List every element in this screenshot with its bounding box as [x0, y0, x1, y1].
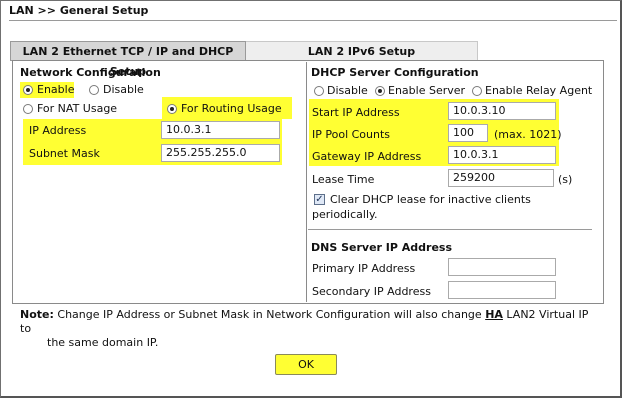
- routing-usage-label: For Routing Usage: [181, 102, 282, 115]
- dhcp-relay-radio[interactable]: [472, 86, 482, 96]
- network-enable-radio[interactable]: [23, 85, 33, 95]
- clear-lease-label-line2: periodically.: [312, 208, 378, 221]
- subnet-mask-label: Subnet Mask: [29, 147, 100, 160]
- dhcp-config-heading: DHCP Server Configuration: [311, 66, 479, 79]
- dhcp-disable-label: Disable: [327, 84, 368, 97]
- pool-counts-input[interactable]: 100: [448, 124, 488, 142]
- network-config-heading: Network Configuration: [20, 66, 161, 79]
- lease-time-unit: (s): [558, 173, 573, 186]
- tab-lan2-ethernet-dhcp[interactable]: LAN 2 Ethernet TCP / IP and DHCP Setup: [10, 41, 246, 78]
- dhcp-relay-label: Enable Relay Agent: [485, 84, 593, 97]
- tab-lan2-ipv6[interactable]: LAN 2 IPv6 Setup: [246, 41, 478, 61]
- note-text-before: Change IP Address or Subnet Mask in Netw…: [57, 308, 482, 321]
- column-divider: [306, 62, 307, 302]
- start-ip-input[interactable]: 10.0.3.10: [448, 102, 556, 120]
- gateway-ip-input[interactable]: 10.0.3.1: [448, 146, 556, 164]
- ip-address-label: IP Address: [29, 124, 87, 137]
- title-divider: [9, 20, 617, 21]
- primary-dns-input[interactable]: [448, 258, 556, 276]
- lease-time-label: Lease Time: [312, 173, 375, 186]
- dhcp-enable-server-label: Enable Server: [388, 84, 466, 97]
- pool-max-hint: (max. 1021): [494, 128, 562, 141]
- note-text-line2: the same domain IP.: [47, 336, 159, 349]
- subnet-mask-input[interactable]: 255.255.255.0: [161, 144, 280, 162]
- lease-time-input[interactable]: 259200: [448, 169, 554, 187]
- dhcp-enable-server-radio[interactable]: [375, 86, 385, 96]
- ip-address-input[interactable]: 10.0.3.1: [161, 121, 280, 139]
- clear-lease-checkbox[interactable]: ✓: [314, 194, 325, 205]
- primary-dns-label: Primary IP Address: [312, 262, 416, 275]
- dhcp-disable-radio[interactable]: [314, 86, 324, 96]
- network-disable-label: Disable: [103, 83, 144, 96]
- nat-usage-radio[interactable]: [23, 104, 33, 114]
- note-label: Note:: [20, 308, 54, 321]
- dns-section-divider: [308, 229, 592, 230]
- network-disable-radio[interactable]: [89, 85, 99, 95]
- clear-lease-label-line1: Clear DHCP lease for inactive clients: [330, 193, 531, 206]
- note-ha-link[interactable]: HA: [485, 308, 503, 321]
- gateway-ip-label: Gateway IP Address: [312, 150, 422, 163]
- network-enable-label: Enable: [37, 83, 75, 96]
- secondary-dns-label: Secondary IP Address: [312, 285, 431, 298]
- ok-button[interactable]: OK: [275, 354, 337, 375]
- start-ip-label: Start IP Address: [312, 106, 400, 119]
- pool-counts-label: IP Pool Counts: [312, 128, 391, 141]
- page-title: LAN >> General Setup: [9, 4, 149, 17]
- dns-heading: DNS Server IP Address: [311, 241, 453, 254]
- note-block: Note: Change IP Address or Subnet Mask i…: [20, 308, 600, 350]
- routing-usage-radio[interactable]: [167, 104, 177, 114]
- nat-usage-label: For NAT Usage: [37, 102, 118, 115]
- secondary-dns-input[interactable]: [448, 281, 556, 299]
